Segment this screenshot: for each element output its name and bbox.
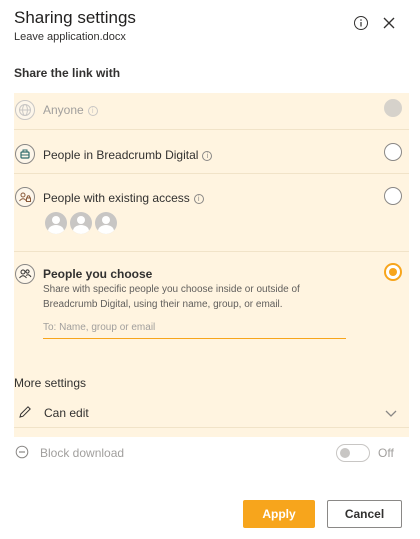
share-option-label: Anyone <box>43 103 84 117</box>
info-icon[interactable]: i <box>202 150 213 161</box>
option-description: Share with specific people you choose in… <box>43 284 300 310</box>
radio-anyone[interactable] <box>384 99 402 117</box>
share-option-label: People you choose <box>43 267 153 281</box>
block-download-toggle[interactable] <box>336 444 370 462</box>
people-lock-icon <box>15 187 35 207</box>
share-options-panel: Anyone i People in Breadcrumb Digital i Pe… <box>14 93 409 437</box>
toggle-state-label: Off <box>378 446 394 460</box>
chevron-down-icon <box>384 406 398 424</box>
share-option-label: People in Breadcrumb Digital <box>43 148 199 162</box>
divider <box>14 173 409 174</box>
organization-icon <box>15 144 35 164</box>
recipient-input[interactable] <box>43 316 346 339</box>
divider <box>14 129 409 130</box>
share-option-label: People with existing access <box>43 191 190 205</box>
close-icon[interactable] <box>380 14 398 32</box>
block-download-label: Block download <box>40 446 125 460</box>
file-name: Leave application.docx <box>14 31 126 43</box>
radio-people-you-choose[interactable] <box>384 263 402 281</box>
info-circle-icon[interactable] <box>352 14 370 32</box>
avatar <box>45 212 67 234</box>
block-icon <box>15 445 29 464</box>
more-settings-label: More settings <box>14 376 87 390</box>
info-icon[interactable]: i <box>87 105 98 116</box>
share-section-label: Share the link with <box>14 66 121 80</box>
globe-icon <box>15 100 35 120</box>
divider <box>14 251 409 252</box>
apply-button[interactable]: Apply <box>243 500 315 528</box>
people-icon <box>15 264 35 284</box>
toggle-knob <box>340 448 350 458</box>
avatar <box>95 212 117 234</box>
info-icon[interactable]: i <box>193 193 204 204</box>
cancel-button[interactable]: Cancel <box>327 500 402 528</box>
permission-value: Can edit <box>44 406 89 420</box>
avatar <box>70 212 92 234</box>
dialog-title: Sharing settings <box>14 8 136 27</box>
radio-organization[interactable] <box>384 143 402 161</box>
radio-existing-access[interactable] <box>384 187 402 205</box>
pencil-icon <box>18 405 32 424</box>
divider <box>14 427 409 428</box>
